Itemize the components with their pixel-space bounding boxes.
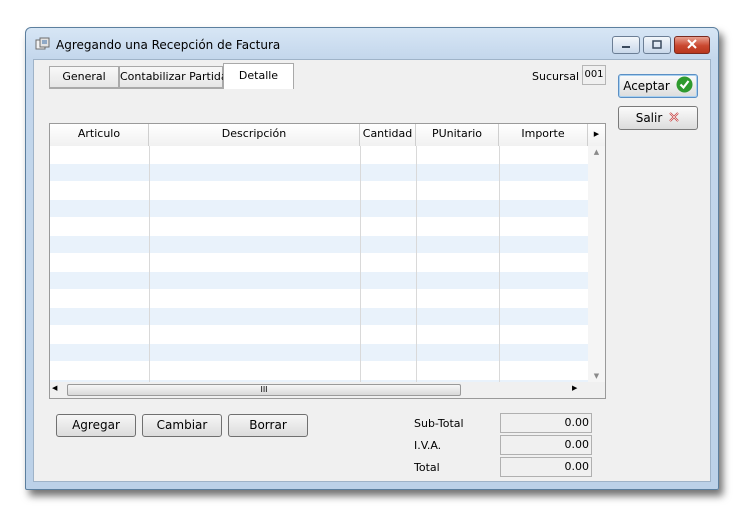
column-header-descripcion[interactable]: Descripción [149, 124, 360, 146]
table-row[interactable] [50, 218, 588, 236]
minimize-icon [621, 39, 631, 52]
aceptar-button[interactable]: Aceptar [618, 74, 698, 98]
maximize-button[interactable] [643, 36, 671, 54]
scroll-columns-right-icon[interactable]: ▶ [588, 124, 605, 146]
cancel-x-icon [668, 111, 680, 126]
table-row[interactable] [50, 182, 588, 200]
table-row[interactable] [50, 290, 588, 308]
table-row[interactable] [50, 146, 588, 164]
scroll-up-icon[interactable]: ▲ [588, 148, 605, 156]
scroll-left-icon[interactable]: ◀ [52, 384, 57, 392]
iva-field: 0.00 [500, 435, 592, 455]
table-row[interactable] [50, 344, 588, 362]
table-row[interactable] [50, 362, 588, 380]
subtotal-label: Sub-Total [414, 417, 464, 430]
table-row[interactable] [50, 200, 588, 218]
column-header-articulo[interactable]: Articulo [50, 124, 149, 146]
table-row[interactable] [50, 164, 588, 182]
table-row[interactable] [50, 308, 588, 326]
horizontal-scroll-thumb[interactable]: III [67, 384, 461, 396]
scroll-down-icon[interactable]: ▼ [588, 372, 605, 380]
app-icon [35, 37, 51, 51]
close-button[interactable] [674, 36, 710, 54]
tab-general[interactable]: General [49, 66, 119, 88]
close-icon [686, 38, 698, 52]
vertical-scrollbar[interactable]: ▲ ▼ [588, 146, 605, 382]
column-divider [416, 146, 417, 382]
column-header-cantidad[interactable]: Cantidad [360, 124, 416, 146]
table-row[interactable] [50, 326, 588, 344]
detail-grid[interactable]: Articulo Descripción Cantidad PUnitario … [49, 123, 606, 399]
table-row[interactable] [50, 272, 588, 290]
scroll-right-icon[interactable]: ▶ [572, 384, 577, 392]
grid-header: Articulo Descripción Cantidad PUnitario … [50, 124, 605, 147]
horizontal-scrollbar[interactable]: ◀ III ▶ [50, 382, 605, 398]
column-divider [499, 146, 500, 382]
iva-label: I.V.A. [414, 439, 442, 452]
cambiar-button[interactable]: Cambiar [142, 414, 222, 437]
agregar-button[interactable]: Agregar [56, 414, 136, 437]
check-icon [676, 76, 693, 96]
column-header-punitario[interactable]: PUnitario [416, 124, 499, 146]
column-divider [149, 146, 150, 382]
salir-button[interactable]: Salir [618, 106, 698, 130]
total-field: 0.00 [500, 457, 592, 477]
window-title: Agregando una Recepción de Factura [56, 38, 281, 52]
tab-contabilizar-partidas[interactable]: Contabilizar Partidas [119, 66, 233, 88]
aceptar-label: Aceptar [623, 79, 670, 93]
salir-label: Salir [635, 111, 663, 125]
client-area: General Contabilizar Partidas Detalle Su… [33, 59, 711, 482]
column-header-importe[interactable]: Importe [499, 124, 588, 146]
column-divider [360, 146, 361, 382]
tab-detalle[interactable]: Detalle [223, 63, 294, 89]
minimize-button[interactable] [612, 36, 640, 54]
maximize-icon [652, 39, 662, 52]
total-label: Total [414, 461, 440, 474]
table-row[interactable] [50, 254, 588, 272]
title-bar[interactable]: Agregando una Recepción de Factura [26, 28, 718, 58]
grid-rows[interactable] [50, 146, 588, 382]
table-row[interactable] [50, 236, 588, 254]
sucursal-field[interactable]: 001 [582, 65, 606, 85]
subtotal-field: 0.00 [500, 413, 592, 433]
borrar-button[interactable]: Borrar [228, 414, 308, 437]
sucursal-label: Sucursal [532, 70, 580, 83]
invoice-window: Agregando una Recepción de Factura Gener… [25, 27, 719, 490]
